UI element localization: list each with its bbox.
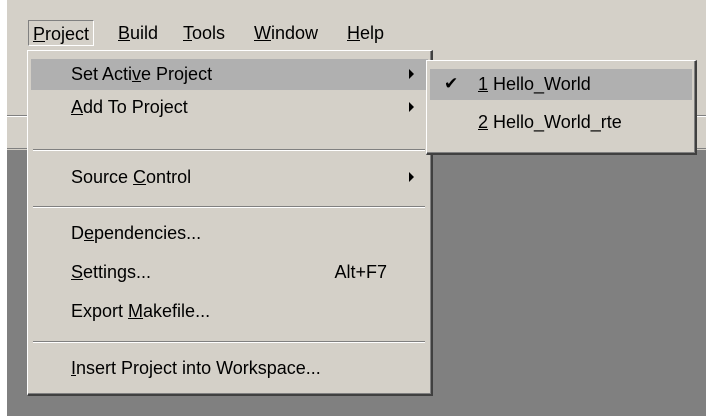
label-mnemonic: 2 [478, 112, 489, 132]
menu-help-label: elp [360, 23, 385, 43]
label-part: Hello_World [488, 74, 591, 94]
menu-separator [33, 149, 425, 151]
menu-separator [33, 206, 425, 208]
label-part: dd To Project [83, 97, 188, 117]
label-mnemonic: v [132, 64, 142, 84]
menu-item-set-active-project[interactable]: Set Active Project [31, 59, 428, 90]
project-menu: Set Active Project Add To Project Source… [27, 50, 433, 396]
menu-item-label: Settings... [71, 257, 151, 288]
menu-item-label: Set Active Project [71, 59, 212, 90]
menu-project-label: roject [45, 24, 90, 44]
label-part: Source [71, 167, 134, 187]
label-part: ettings... [83, 262, 152, 282]
label-mnemonic: 1 [478, 74, 489, 94]
submenu-item-label: 2 Hello_World_rte [478, 107, 622, 138]
menu-item-export-makefile[interactable]: Export Makefile... [31, 296, 428, 327]
label-part: nsert Project into Workspace... [76, 358, 321, 378]
menu-help-mnemonic: H [347, 23, 360, 43]
application-window: Project Build Tools Window Help Set Acti… [7, 0, 706, 416]
checkmark-icon: ✔ [444, 74, 459, 94]
menu-item-label: Insert Project into Workspace... [71, 353, 321, 384]
menu-item-label: Dependencies... [71, 218, 201, 249]
menu-window-mnemonic: W [254, 23, 271, 43]
label-part: pendencies... [94, 223, 202, 243]
submenu-item-hello-world-rte[interactable]: 2 Hello_World_rte [430, 107, 692, 138]
menu-window-label: indow [271, 23, 319, 43]
active-project-submenu: ✔ 1 Hello_World 2 Hello_World_rte [426, 60, 697, 155]
menu-item-dependencies[interactable]: Dependencies... [31, 218, 428, 249]
menu-tools-label: ools [192, 23, 226, 43]
menu-window[interactable]: Window [250, 20, 322, 46]
menu-project[interactable]: Project [28, 20, 95, 46]
label-part: akefile... [143, 301, 211, 321]
submenu-arrow-icon [409, 102, 414, 112]
menu-tools-mnemonic: T [183, 23, 192, 43]
menu-separator [33, 341, 425, 343]
label-part: D [71, 223, 84, 243]
label-part: ontrol [146, 167, 192, 187]
label-part: e Project [141, 64, 213, 84]
label-mnemonic: S [71, 262, 84, 282]
label-mnemonic: M [128, 301, 144, 321]
label-mnemonic: A [71, 97, 84, 117]
menu-item-source-control[interactable]: Source Control [31, 162, 428, 193]
submenu-arrow-icon [409, 172, 414, 182]
label-mnemonic: C [133, 167, 147, 187]
label-part: Set Acti [71, 64, 133, 84]
menu-item-label: Export Makefile... [71, 296, 210, 327]
submenu-item-label: 1 Hello_World [478, 69, 591, 100]
menu-item-insert-project[interactable]: Insert Project into Workspace... [31, 353, 428, 384]
label-part: Hello_World_rte [488, 112, 622, 132]
menu-tools[interactable]: Tools [179, 20, 229, 46]
submenu-item-hello-world[interactable]: ✔ 1 Hello_World [430, 69, 692, 100]
menu-item-settings[interactable]: Settings... Alt+F7 [31, 257, 428, 288]
menu-build-mnemonic: B [118, 23, 131, 43]
menu-build-label: uild [130, 23, 159, 43]
menu-item-label: Add To Project [71, 92, 188, 123]
menu-build[interactable]: Build [114, 20, 162, 46]
submenu-arrow-icon [409, 69, 414, 79]
shortcut-label: Alt+F7 [334, 262, 387, 282]
menu-item-label: Source Control [71, 162, 191, 193]
label-part: Export [71, 301, 129, 321]
label-mnemonic: e [84, 223, 95, 243]
menu-item-add-to-project[interactable]: Add To Project [31, 92, 428, 123]
menu-project-mnemonic: P [33, 24, 46, 44]
menu-help[interactable]: Help [343, 20, 388, 46]
